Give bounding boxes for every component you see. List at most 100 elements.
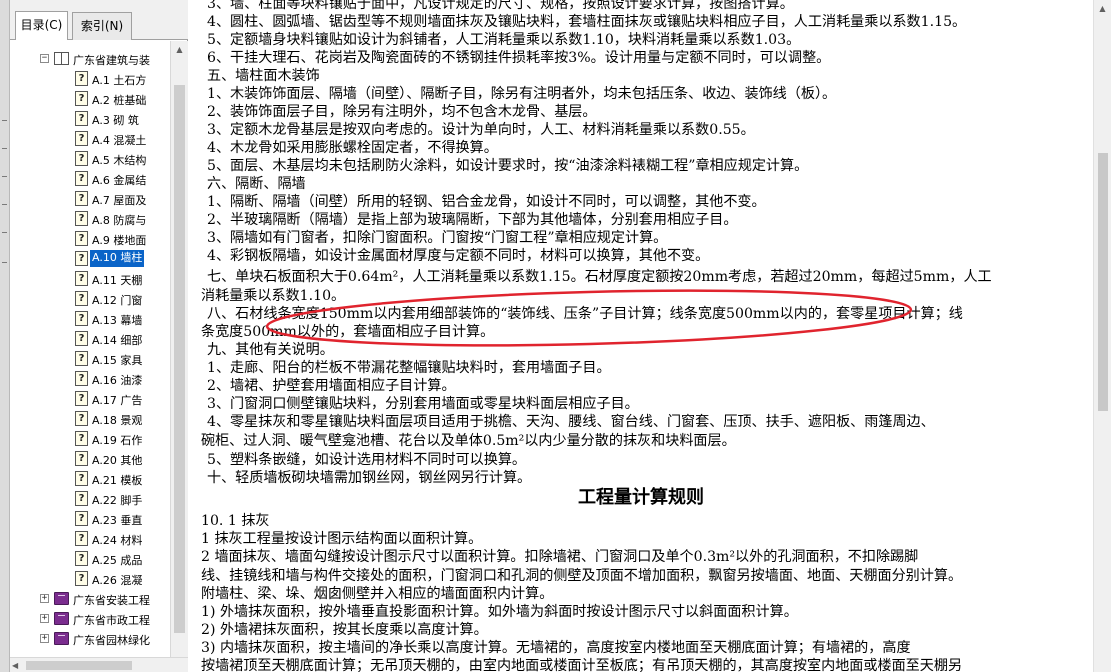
tree-root-item[interactable]: − 广东省建筑与装 [10, 49, 170, 69]
tab-contents[interactable]: 目录(C) [15, 11, 68, 40]
tab-index[interactable]: 索引(N) [72, 12, 132, 40]
tree-item-label: A.8 防腐与 [92, 214, 147, 227]
collapse-icon[interactable]: − [40, 54, 49, 63]
tree-item-label: A.23 垂直 [92, 514, 143, 527]
tree-item-label: A.13 幕墙 [92, 314, 143, 327]
expand-icon[interactable]: + [40, 594, 49, 603]
book-icon [54, 612, 69, 625]
tree-item[interactable]: ? A.17 广告 [10, 389, 170, 409]
tree-item-label: A.1 土石方 [92, 74, 147, 87]
tree-item-label: A.20 其他 [92, 454, 143, 467]
tree-item-selected[interactable]: ? A.10 墙柱 [10, 249, 170, 269]
nav-vertical-scrollbar[interactable]: ▲ [170, 41, 188, 657]
tree-item[interactable]: ? A.11 天棚 [10, 269, 170, 289]
document-content: 3、墙、柱面等块料镶贴于面中，凡设计规定的尺寸、规格，按照设计要求计算，按图搭计… [189, 0, 1093, 672]
tree-item[interactable]: ? A.23 垂直 [10, 509, 170, 529]
tree-item[interactable]: ? A.16 油漆 [10, 369, 170, 389]
tree-item-label: A.26 混凝 [92, 574, 143, 587]
tree-item-label: A.11 天棚 [92, 274, 143, 287]
left-window-edge [0, 0, 10, 672]
help-topic-icon: ? [75, 191, 88, 206]
tree-item[interactable]: ? A.20 其他 [10, 449, 170, 469]
expand-icon[interactable]: + [40, 634, 49, 643]
expand-icon[interactable]: + [40, 614, 49, 623]
tree-item[interactable]: ? A.13 幕墙 [10, 309, 170, 329]
tree-item[interactable]: ? A.9 楼地面 [10, 229, 170, 249]
help-topic-icon: ? [75, 351, 88, 366]
help-topic-icon: ? [75, 71, 88, 86]
scroll-left-arrow-icon[interactable]: ◀ [12, 658, 18, 672]
help-topic-icon: ? [75, 251, 88, 266]
tree-book-label: 广东省园林绿化 [73, 634, 150, 647]
tree-item[interactable]: ? A.25 成品 [10, 549, 170, 569]
help-topic-icon: ? [75, 551, 88, 566]
tree-item[interactable]: ? A.24 材料 [10, 529, 170, 549]
tree-item[interactable]: ? A.12 门窗 [10, 289, 170, 309]
tree-item[interactable]: ? A.26 混凝 [10, 569, 170, 589]
help-topic-icon: ? [75, 431, 88, 446]
scrollbar-thumb[interactable] [26, 661, 132, 670]
help-topic-icon: ? [75, 151, 88, 166]
tree-item-label: A.5 木结构 [92, 154, 147, 167]
tree-item-label: A.24 材料 [92, 534, 143, 547]
tree-book-label: 广东省安装工程 [73, 594, 150, 607]
help-topic-icon: ? [75, 171, 88, 186]
help-topic-icon: ? [75, 531, 88, 546]
tree-item-label: A.17 广告 [92, 394, 143, 407]
tree-item-label: A.16 油漆 [92, 374, 143, 387]
help-topic-icon: ? [75, 91, 88, 106]
tree-item-label: A.14 细部 [92, 334, 143, 347]
tree-item[interactable]: ? A.18 景观 [10, 409, 170, 429]
red-circle-annotation [265, 289, 913, 347]
tree-item-label: A.18 景观 [92, 414, 143, 427]
book-icon [54, 592, 69, 605]
tree-item[interactable]: ? A.15 家具 [10, 349, 170, 369]
help-topic-icon: ? [75, 511, 88, 526]
tree-root-label: 广东省建筑与装 [73, 54, 150, 67]
help-topic-icon: ? [75, 571, 88, 586]
tree-item-label: A.25 成品 [92, 554, 143, 567]
tree-item-label: A.6 金属结 [92, 174, 147, 187]
tree-item[interactable]: ? A.14 细部 [10, 329, 170, 349]
tree-item[interactable]: ? A.3 砌 筑 [10, 109, 170, 129]
nav-tab-bar: 目录(C) 索引(N) [10, 0, 188, 40]
tree-book-item[interactable]: + 广东省安装工程 [10, 589, 170, 609]
tree-book-item[interactable]: + 广东省园林绿化 [10, 629, 170, 649]
tree-item[interactable]: ? A.7 屋面及 [10, 189, 170, 209]
tree-item[interactable]: ? A.8 防腐与 [10, 209, 170, 229]
tree-item-label: A.7 屋面及 [92, 194, 147, 207]
scrollbar-thumb[interactable] [174, 85, 185, 633]
help-topic-icon: ? [75, 391, 88, 406]
tree-item[interactable]: ? A.2 桩基础 [10, 89, 170, 109]
navigation-pane: 目录(C) 索引(N) − 广东省建筑与装 ? A.1 土石方 ? A.2 桩基础 … [10, 0, 188, 672]
help-topic-icon: ? [75, 371, 88, 386]
help-topic-icon: ? [75, 231, 88, 246]
nav-horizontal-scrollbar[interactable]: ◀ [10, 657, 188, 672]
tree-item[interactable]: ? A.6 金属结 [10, 169, 170, 189]
tree-item[interactable]: ? A.5 木结构 [10, 149, 170, 169]
help-topic-icon: ? [75, 471, 88, 486]
document-vertical-scrollbar[interactable]: ▲ [1093, 0, 1111, 672]
help-topic-icon: ? [75, 451, 88, 466]
tree-item[interactable]: ? A.1 土石方 [10, 69, 170, 89]
tree-item-label: A.22 脚手 [92, 494, 143, 507]
help-topic-icon: ? [75, 271, 88, 286]
tree-book-item[interactable]: + 广东省市政工程 [10, 609, 170, 629]
scroll-up-arrow-icon[interactable]: ▲ [171, 41, 188, 58]
tree-item[interactable]: ? A.19 石作 [10, 429, 170, 449]
tree-item-label: A.3 砌 筑 [92, 114, 139, 127]
help-topic-icon: ? [75, 311, 88, 326]
tree-item[interactable]: ? A.22 脚手 [10, 489, 170, 509]
tree-item-label: A.12 门窗 [92, 294, 143, 307]
book-icon [54, 632, 69, 645]
help-topic-icon: ? [75, 131, 88, 146]
scroll-up-arrow-icon[interactable]: ▲ [1094, 0, 1111, 17]
tree-item[interactable]: ? A.4 混凝土 [10, 129, 170, 149]
tree-item-label: A.10 墙柱 [90, 250, 145, 267]
help-topic-icon: ? [75, 211, 88, 226]
help-topic-icon: ? [75, 291, 88, 306]
scrollbar-thumb[interactable] [1098, 153, 1108, 411]
tree-item[interactable]: ? A.21 模板 [10, 469, 170, 489]
tree-item-label: A.4 混凝土 [92, 134, 147, 147]
tree-item-label: A.15 家具 [92, 354, 143, 367]
